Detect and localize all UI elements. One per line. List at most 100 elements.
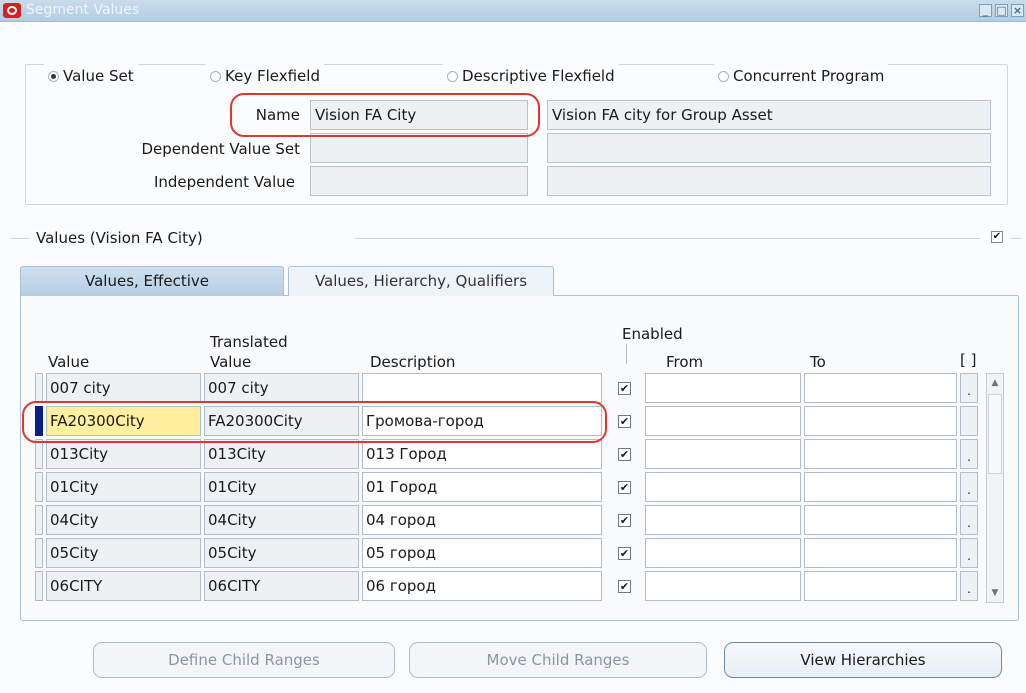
from-date-cell[interactable] [645, 538, 801, 568]
radio-checked-icon[interactable] [48, 70, 59, 82]
table-scrollbar[interactable]: ▲ ▼ [986, 373, 1004, 603]
record-indicator[interactable] [35, 505, 43, 535]
value-cell[interactable]: 04City [46, 505, 201, 535]
column-header-to: To [810, 353, 826, 371]
to-date-cell[interactable] [804, 472, 957, 502]
column-header-from: From [666, 353, 704, 371]
define-child-ranges-button[interactable]: Define Child Ranges [93, 642, 395, 678]
from-date-cell[interactable] [645, 472, 801, 502]
enabled-checkbox[interactable]: ✔ [618, 448, 631, 461]
more-fields-button[interactable]: . [960, 472, 978, 502]
independent-description-field[interactable] [547, 166, 991, 196]
name-label: Name [255, 106, 300, 124]
more-fields-button[interactable]: . [960, 373, 978, 403]
tab-values-hierarchy-qualifiers[interactable]: Values, Hierarchy, Qualifiers [288, 266, 554, 296]
translated-value-cell[interactable]: 007 city [204, 373, 359, 403]
value-cell[interactable]: FA20300City [46, 406, 201, 436]
close-icon[interactable]: × [1011, 4, 1024, 17]
enabled-checkbox[interactable]: ✔ [618, 382, 631, 395]
enabled-checkbox[interactable]: ✔ [618, 514, 631, 527]
name-description-field[interactable]: Vision FA city for Group Asset [547, 100, 991, 130]
value-cell[interactable]: 06CITY [46, 571, 201, 601]
enabled-checkbox[interactable]: ✔ [618, 547, 631, 560]
column-header-value: Value [48, 353, 90, 371]
radio-label: Concurrent Program [733, 67, 885, 85]
column-header-description: Description [370, 353, 456, 371]
description-cell[interactable]: 05 город [362, 538, 602, 568]
more-fields-button[interactable]: . [960, 439, 978, 469]
translated-value-cell[interactable]: FA20300City [204, 406, 359, 436]
record-indicator[interactable] [35, 439, 43, 469]
value-cell[interactable]: 05City [46, 538, 201, 568]
independent-value-field[interactable] [310, 166, 528, 196]
radio-label: Descriptive Flexfield [462, 67, 615, 85]
radio-label: Key Flexfield [225, 67, 320, 85]
name-field[interactable]: Vision FA City [310, 100, 528, 130]
description-cell[interactable] [362, 373, 602, 403]
record-indicator[interactable] [35, 538, 43, 568]
to-date-cell[interactable] [804, 571, 957, 601]
scroll-up-icon[interactable]: ▲ [988, 375, 1002, 391]
window-title-bar[interactable]: Segment Values _ □ × [0, 0, 1026, 22]
dependent-description-field[interactable] [547, 133, 991, 163]
description-cell[interactable]: 04 город [362, 505, 602, 535]
column-header-translated-value: Value [210, 353, 252, 371]
radio-label: Value Set [63, 67, 134, 85]
from-date-cell[interactable] [645, 373, 801, 403]
radio-icon[interactable] [447, 70, 458, 82]
enabled-checkbox[interactable]: ✔ [618, 481, 631, 494]
from-date-cell[interactable] [645, 505, 801, 535]
to-date-cell[interactable] [804, 406, 957, 436]
maximize-icon[interactable]: □ [995, 4, 1008, 17]
more-fields-button[interactable]: . [960, 505, 978, 535]
from-date-cell[interactable] [645, 406, 801, 436]
tab-values-effective[interactable]: Values, Effective [20, 266, 284, 296]
scroll-thumb[interactable] [988, 394, 1002, 474]
record-indicator[interactable] [35, 472, 43, 502]
description-cell[interactable]: 013 Город [362, 439, 602, 469]
description-cell[interactable]: 06 город [362, 571, 602, 601]
translated-value-cell[interactable]: 06CITY [204, 571, 359, 601]
window-controls: _ □ × [979, 4, 1024, 17]
section-divider [1010, 238, 1022, 239]
radio-descriptive-flexfield[interactable]: Descriptive Flexfield [443, 64, 619, 88]
section-divider [355, 238, 980, 239]
more-fields-button[interactable]: . [960, 571, 978, 601]
enabled-checkbox[interactable]: ✔ [618, 415, 631, 428]
record-indicator[interactable] [35, 373, 43, 403]
record-indicator[interactable] [35, 571, 43, 601]
description-cell[interactable]: Громова-город [362, 406, 602, 436]
to-date-cell[interactable] [804, 439, 957, 469]
radio-icon[interactable] [718, 70, 729, 82]
enabled-checkbox[interactable]: ✔ [618, 580, 631, 593]
translated-value-cell[interactable]: 01City [204, 472, 359, 502]
value-cell[interactable]: 013City [46, 439, 201, 469]
move-child-ranges-button[interactable]: Move Child Ranges [409, 642, 707, 678]
dependent-value-set-label: Dependent Value Set [141, 140, 300, 158]
values-section-title: Values (Vision FA City) [36, 229, 203, 247]
view-hierarchies-button[interactable]: View Hierarchies [724, 642, 1002, 678]
dependent-value-set-field[interactable] [310, 133, 528, 163]
value-cell[interactable]: 007 city [46, 373, 201, 403]
more-fields-button[interactable]: . [960, 538, 978, 568]
radio-value-set[interactable]: Value Set [44, 64, 138, 88]
radio-concurrent-program[interactable]: Concurrent Program [714, 64, 889, 88]
more-fields-button[interactable] [960, 406, 978, 436]
column-header-more: [ ] [960, 351, 977, 369]
to-date-cell[interactable] [804, 373, 957, 403]
from-date-cell[interactable] [645, 439, 801, 469]
description-cell[interactable]: 01 Город [362, 472, 602, 502]
record-indicator-current[interactable] [35, 406, 43, 436]
to-date-cell[interactable] [804, 538, 957, 568]
translated-value-cell[interactable]: 013City [204, 439, 359, 469]
to-date-cell[interactable] [804, 505, 957, 535]
translated-value-cell[interactable]: 05City [204, 538, 359, 568]
translated-value-cell[interactable]: 04City [204, 505, 359, 535]
values-section-checkbox[interactable]: ✔ [991, 231, 1003, 243]
value-cell[interactable]: 01City [46, 472, 201, 502]
radio-key-flexfield[interactable]: Key Flexfield [206, 64, 324, 88]
from-date-cell[interactable] [645, 571, 801, 601]
minimize-icon[interactable]: _ [979, 4, 992, 17]
scroll-down-icon[interactable]: ▼ [988, 585, 1002, 601]
radio-icon[interactable] [210, 70, 221, 82]
